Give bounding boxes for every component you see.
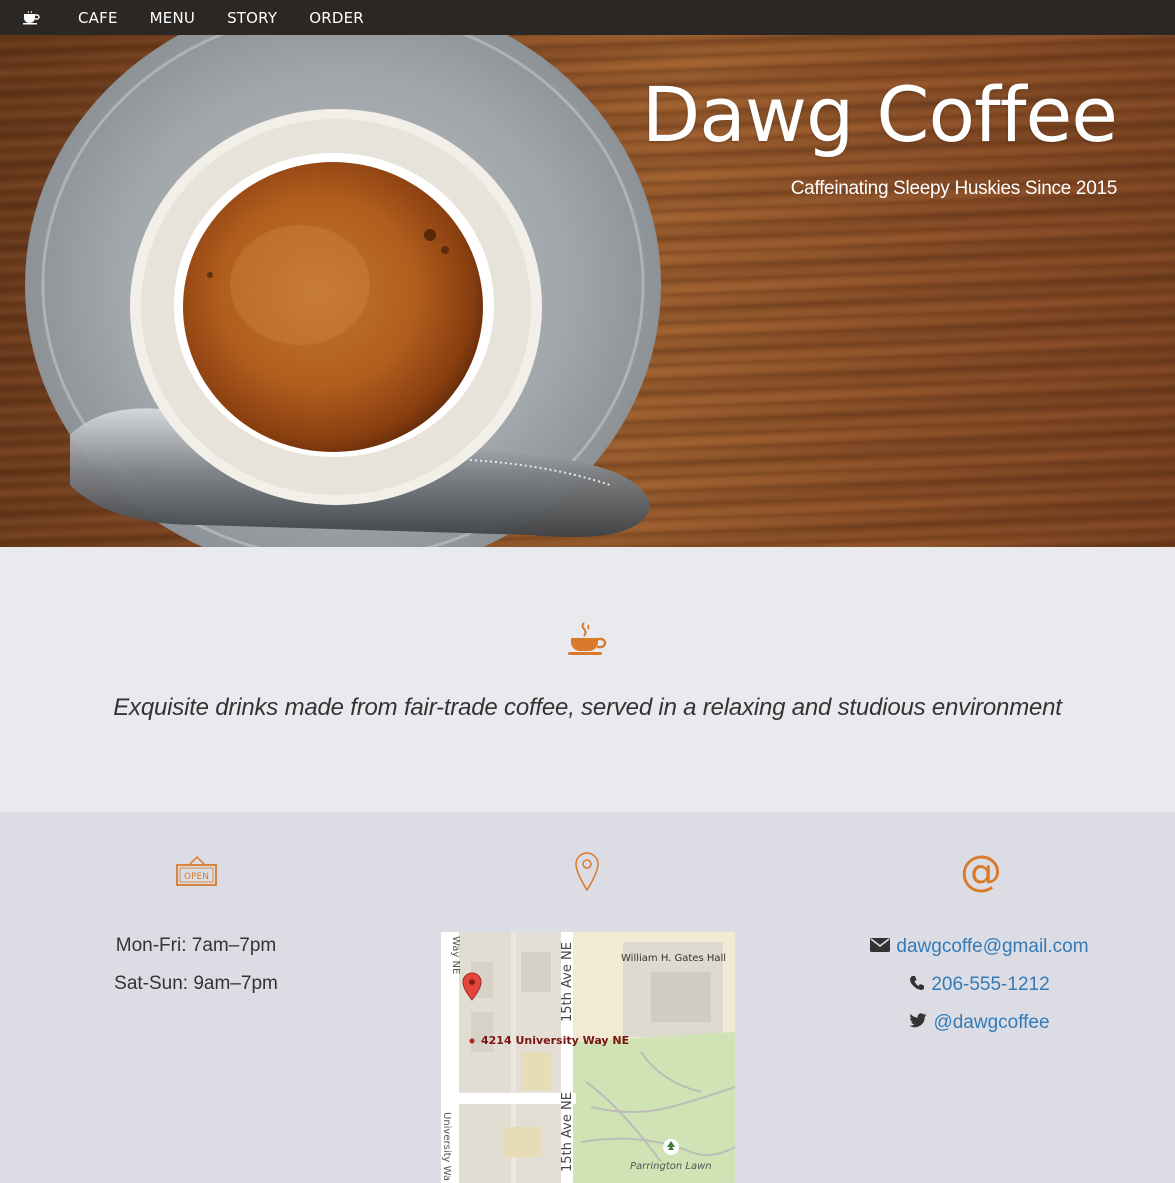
phone-icon xyxy=(909,975,925,996)
map-graphic: Way NE University Wa 15th Ave NE 15th Av… xyxy=(441,932,735,1183)
open-sign-icon: OPEN xyxy=(176,854,218,893)
map-label-15th-top: 15th Ave NE xyxy=(560,942,575,1022)
phone-link[interactable]: 206-555-1212 xyxy=(931,974,1049,996)
hero-subtitle: Caffeinating Sleepy Huskies Since 2015 xyxy=(790,178,1118,199)
map-address-label: 4214 University Way NE xyxy=(481,1034,629,1047)
hero-banner: Dawg Coffee Caffeinating Sleepy Huskies … xyxy=(0,35,1175,547)
nav-link-menu[interactable]: MENU xyxy=(150,9,195,27)
envelope-icon xyxy=(870,937,891,958)
twitter-icon xyxy=(909,1013,927,1033)
contact-twitter-row: @dawgcoffee xyxy=(784,1012,1175,1034)
hero-title: Dawg Coffee xyxy=(641,70,1118,159)
hours-weekend: Sat-Sun: 9am–7pm xyxy=(114,973,278,994)
steaming-cup-icon xyxy=(568,621,608,662)
contact-phone-row: 206-555-1212 xyxy=(784,974,1175,996)
email-link[interactable]: dawgcoffe@gmail.com xyxy=(896,936,1088,958)
nav-link-order[interactable]: ORDER xyxy=(309,9,364,27)
map-label-univ-way-top: Way NE xyxy=(450,936,461,974)
nav-link-story[interactable]: STORY xyxy=(227,9,277,27)
map-label-univ-way-bottom: University Wa xyxy=(441,1112,452,1181)
contact-email-row: dawgcoffe@gmail.com xyxy=(784,936,1175,958)
location-map[interactable]: Way NE University Wa 15th Ave NE 15th Av… xyxy=(441,932,735,1183)
hours-weekday: Mon-Fri: 7am–7pm xyxy=(115,935,277,956)
tagline-text: Exquisite drinks made from fair-trade co… xyxy=(113,694,1062,721)
nav-link-cafe[interactable]: CAFE xyxy=(78,9,118,27)
tagline-section: Exquisite drinks made from fair-trade co… xyxy=(0,547,1175,812)
map-label-gates-hall: William H. Gates Hall xyxy=(621,953,726,964)
open-sign-text: OPEN xyxy=(184,872,209,882)
map-label-parrington: Parrington Lawn xyxy=(630,1161,712,1172)
twitter-link[interactable]: @dawgcoffee xyxy=(933,1012,1049,1034)
info-section: OPEN Mon-Fri: 7am–7pm Sat-Sun: 9am–7pm W… xyxy=(0,812,1175,1183)
coffee-cup-icon[interactable] xyxy=(22,10,58,25)
map-pin-icon xyxy=(574,852,600,897)
map-label-15th-bottom: 15th Ave NE xyxy=(560,1092,575,1172)
at-sign-icon: @ xyxy=(960,846,1002,895)
top-navbar: CAFE MENU STORY ORDER xyxy=(0,0,1175,35)
